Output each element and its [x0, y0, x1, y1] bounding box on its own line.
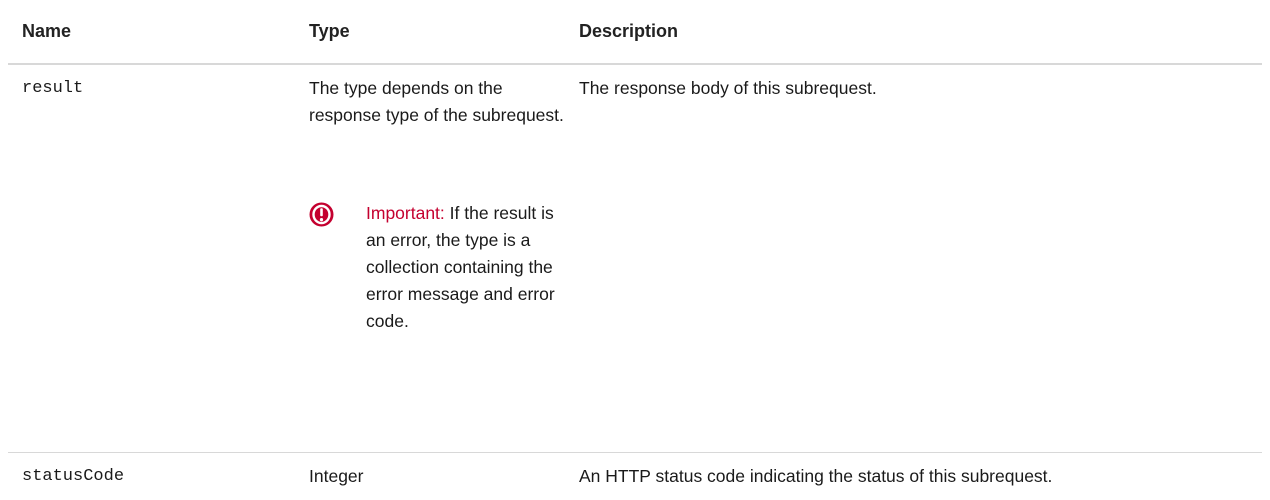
- table-row: result The type depends on the response …: [8, 65, 1262, 453]
- field-type: The type depends on the response type of…: [309, 78, 564, 125]
- field-type: Integer: [309, 466, 364, 486]
- column-header-type: Type: [309, 21, 350, 41]
- field-description: An HTTP status code indicating the statu…: [579, 466, 1053, 486]
- important-text: Important: If the result is an error, th…: [366, 200, 566, 335]
- table-row: statusCode Integer An HTTP status code i…: [8, 453, 1262, 499]
- important-label: Important:: [366, 203, 445, 223]
- field-description: The response body of this subrequest.: [579, 78, 877, 98]
- column-header-name: Name: [22, 21, 72, 41]
- important-icon: [309, 202, 334, 227]
- column-header-description: Description: [579, 21, 679, 41]
- field-name: result: [22, 79, 84, 98]
- field-name: statusCode: [22, 467, 125, 486]
- field-table: Name Type Description result The type de…: [8, 0, 1262, 499]
- table-header: Name Type Description: [8, 0, 1262, 65]
